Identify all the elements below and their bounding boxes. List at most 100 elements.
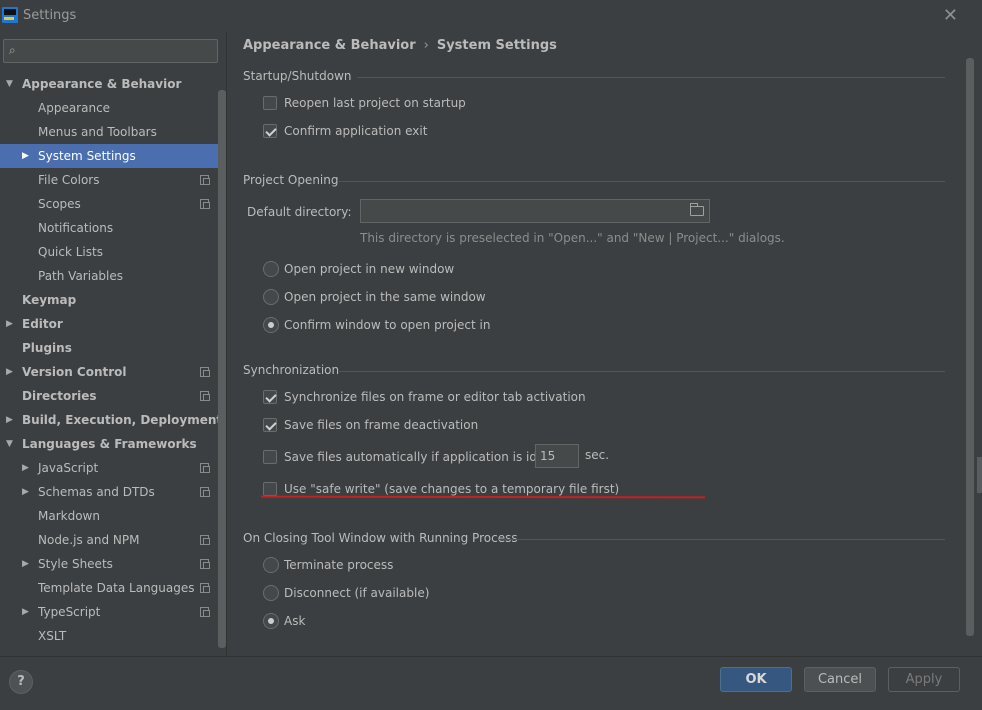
settings-tree: ▼ Appearance & Behavior Appearance Menus an… xyxy=(0,72,226,648)
sidebar-item-label: Menus and Toolbars xyxy=(38,125,157,139)
radio-button[interactable] xyxy=(263,557,279,573)
sidebar-item-label: Build, Execution, Deployment xyxy=(22,413,223,427)
sidebar-item-label: Plugins xyxy=(22,341,72,355)
sidebar-item-typescript[interactable]: ▶ TypeScript xyxy=(0,600,226,624)
sidebar-item-schemas-and-dtds[interactable]: ▶ Schemas and DTDs xyxy=(0,480,226,504)
radio-button[interactable] xyxy=(263,261,279,277)
chevron-right-icon[interactable]: ▶ xyxy=(22,552,29,576)
sidebar-item-label: JavaScript xyxy=(38,461,99,475)
sidebar-item-label: Notifications xyxy=(38,221,114,235)
sidebar-item-template-data-languages[interactable]: Template Data Languages xyxy=(0,576,226,600)
checkbox-box[interactable] xyxy=(263,390,277,404)
sidebar-item-label: System Settings xyxy=(38,149,136,163)
checkbox-label: Save files on frame deactivation xyxy=(284,418,479,432)
section-title-startup: Startup/Shutdown xyxy=(243,69,352,83)
sidebar-item-plugins[interactable]: Plugins xyxy=(0,336,226,360)
sidebar-scrollbar[interactable] xyxy=(218,90,226,648)
sidebar-item-label: Keymap xyxy=(22,293,77,307)
radio-button[interactable] xyxy=(263,585,279,601)
default-directory-field[interactable] xyxy=(360,199,710,223)
chevron-right-icon[interactable]: ▶ xyxy=(22,600,29,624)
sidebar-item-markdown[interactable]: Markdown xyxy=(0,504,226,528)
help-button[interactable]: ? xyxy=(9,670,33,694)
chevron-right-icon[interactable]: ▶ xyxy=(6,360,13,384)
sidebar-item-javascript[interactable]: ▶ JavaScript xyxy=(0,456,226,480)
breadcrumb-parent[interactable]: Appearance & Behavior xyxy=(243,38,416,53)
sidebar-item-label: Schemas and DTDs xyxy=(38,485,155,499)
sidebar-item-label: Template Data Languages xyxy=(38,581,195,595)
sidebar-item-version-control[interactable]: ▶ Version Control xyxy=(0,360,226,384)
sidebar-item-menus-and-toolbars[interactable]: Menus and Toolbars xyxy=(0,120,226,144)
sidebar-item-appearance[interactable]: Appearance xyxy=(0,96,226,120)
sidebar-item-label: Markdown xyxy=(38,509,100,523)
checkbox-box[interactable] xyxy=(263,124,277,138)
chevron-down-icon[interactable]: ▼ xyxy=(6,72,13,96)
sidebar-item-label: Node.js and NPM xyxy=(38,533,140,547)
synchronization-section: Synchronization Synchronize files on fra… xyxy=(243,363,945,496)
sidebar-item-xslt[interactable]: XSLT xyxy=(0,624,226,648)
chevron-right-icon[interactable]: ▶ xyxy=(22,144,29,168)
search-input[interactable] xyxy=(28,42,213,60)
content-scrollbar[interactable] xyxy=(966,58,974,636)
radio-button[interactable] xyxy=(263,613,279,629)
sidebar-item-quick-lists[interactable]: Quick Lists xyxy=(0,240,226,264)
ok-button[interactable]: OK xyxy=(720,667,792,692)
checkbox-label: Save files automatically if application … xyxy=(284,450,568,464)
window-title: Settings xyxy=(23,8,77,23)
sidebar-item-build-execution-deployment[interactable]: ▶ Build, Execution, Deployment xyxy=(0,408,226,432)
project-opening-section: Project Opening Open project in new wind… xyxy=(243,173,945,333)
apply-button[interactable]: Apply xyxy=(888,667,960,692)
checkbox-label: Synchronize files on frame or editor tab… xyxy=(284,390,586,404)
sidebar-item-scopes[interactable]: Scopes xyxy=(0,192,226,216)
project-scope-icon xyxy=(200,487,210,497)
default-directory-input[interactable] xyxy=(365,203,675,219)
radio-button[interactable] xyxy=(263,289,279,305)
chevron-right-icon[interactable]: ▶ xyxy=(22,456,29,480)
checkbox-label: Reopen last project on startup xyxy=(284,96,466,110)
section-title-synchronization: Synchronization xyxy=(243,363,340,377)
divider xyxy=(499,539,945,540)
breadcrumb-current: System Settings xyxy=(436,38,557,53)
checkbox-box[interactable] xyxy=(263,96,277,110)
close-icon[interactable]: ✕ xyxy=(943,5,958,26)
sidebar-item-label: Scopes xyxy=(38,197,81,211)
radio-button[interactable] xyxy=(263,317,279,333)
checkbox-box[interactable] xyxy=(263,450,277,464)
sidebar-item-file-colors[interactable]: File Colors xyxy=(0,168,226,192)
radio-label: Ask xyxy=(284,614,306,628)
chevron-down-icon[interactable]: ▼ xyxy=(6,432,13,456)
idle-seconds-field[interactable] xyxy=(535,444,579,468)
search-box[interactable]: ⌕ xyxy=(3,39,218,63)
sidebar-item-label: Quick Lists xyxy=(38,245,103,259)
sidebar-item-system-settings[interactable]: ▶ System Settings xyxy=(0,144,226,168)
default-directory-label: Default directory: xyxy=(247,205,352,219)
folder-icon[interactable] xyxy=(690,203,704,216)
project-scope-icon xyxy=(200,607,210,617)
project-scope-icon xyxy=(200,535,210,545)
cancel-button[interactable]: Cancel xyxy=(804,667,876,692)
sidebar-item-label: XSLT xyxy=(38,629,67,643)
project-scope-icon xyxy=(200,199,210,209)
search-icon: ⌕ xyxy=(9,43,16,57)
sidebar-item-languages-frameworks[interactable]: ▼ Languages & Frameworks xyxy=(0,432,226,456)
idle-unit-label: sec. xyxy=(585,448,610,462)
idle-seconds-input[interactable] xyxy=(540,448,574,464)
sidebar-item-label: TypeScript xyxy=(38,605,101,619)
sidebar-item-appearance-behavior[interactable]: ▼ Appearance & Behavior xyxy=(0,72,226,96)
chevron-right-icon[interactable]: ▶ xyxy=(6,312,13,336)
sidebar-item-notifications[interactable]: Notifications xyxy=(0,216,226,240)
sidebar-item-path-variables[interactable]: Path Variables xyxy=(0,264,226,288)
project-scope-icon xyxy=(200,367,210,377)
window-edge xyxy=(977,457,982,493)
sidebar-item-node-js-and-npm[interactable]: Node.js and NPM xyxy=(0,528,226,552)
checkbox-box[interactable] xyxy=(263,482,277,496)
sidebar-item-directories[interactable]: Directories xyxy=(0,384,226,408)
sidebar-item-style-sheets[interactable]: ▶ Style Sheets xyxy=(0,552,226,576)
sidebar-item-label: Appearance xyxy=(38,101,111,115)
checkbox-box[interactable] xyxy=(263,418,277,432)
radio-label: Open project in new window xyxy=(284,262,455,276)
chevron-right-icon[interactable]: ▶ xyxy=(6,408,13,432)
chevron-right-icon[interactable]: ▶ xyxy=(22,480,29,504)
sidebar-item-keymap[interactable]: Keymap xyxy=(0,288,226,312)
sidebar-item-editor[interactable]: ▶ Editor xyxy=(0,312,226,336)
